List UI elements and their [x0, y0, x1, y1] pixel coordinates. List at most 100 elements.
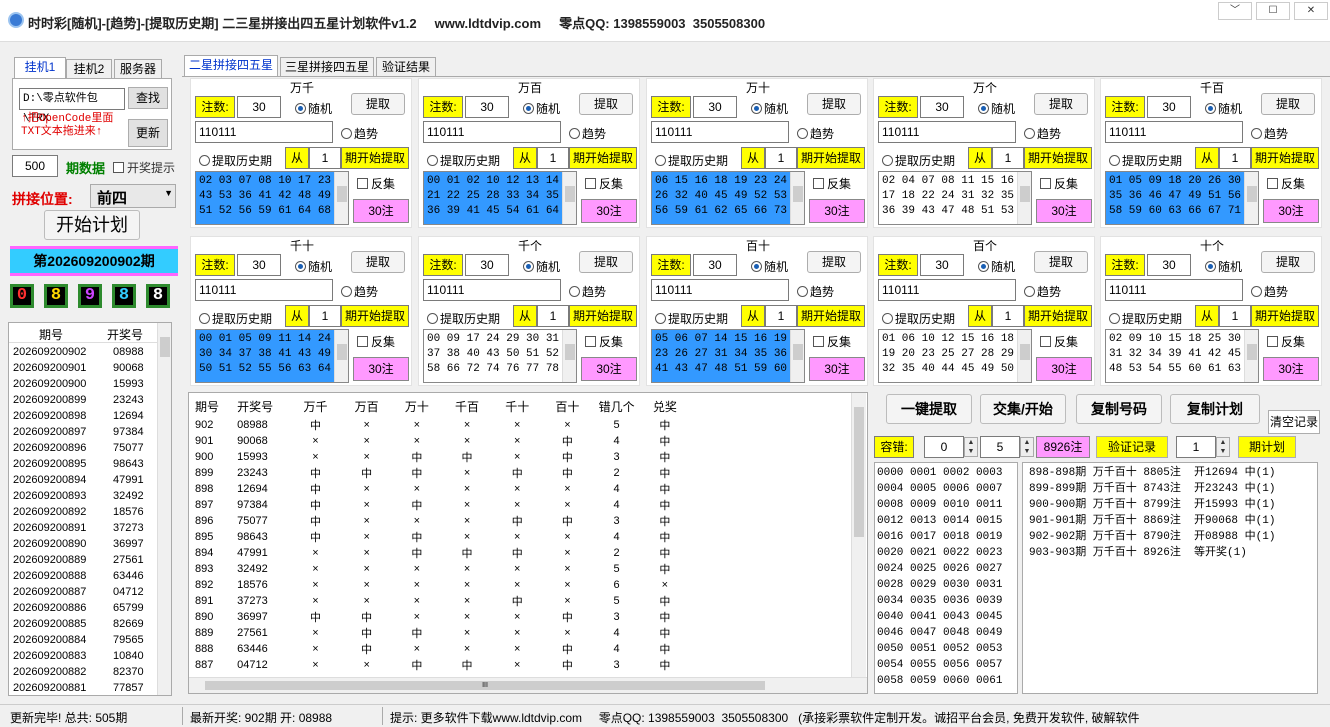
tab-three-star[interactable]: 三星拼接四五星 — [280, 57, 374, 77]
column-header[interactable]: 期号 — [189, 395, 231, 417]
refresh-button[interactable]: 更新 — [128, 119, 168, 147]
bet-badge[interactable]: 30注 — [809, 357, 865, 381]
bet-count-input[interactable]: 30 — [920, 254, 964, 276]
list-item[interactable]: 202609200902 08988 — [9, 345, 157, 361]
column-header[interactable]: 万百 — [342, 395, 392, 417]
random-radio[interactable]: 随机 — [751, 100, 788, 117]
trend-radio[interactable]: 趋势 — [1251, 283, 1288, 300]
maximize-button[interactable]: ☐ — [1256, 2, 1290, 20]
code-input[interactable]: 110111 — [651, 121, 789, 143]
trend-radio[interactable]: 趋势 — [569, 125, 606, 142]
history-extract-radio[interactable]: 提取历史期 — [655, 310, 728, 327]
copy-plan-button[interactable]: 复制计划 — [1170, 394, 1260, 424]
history-extract-radio[interactable]: 提取历史期 — [882, 152, 955, 169]
tab-two-star[interactable]: 二星拼接四五星 — [184, 55, 278, 77]
list-item[interactable]: 202609200889 27561 — [9, 553, 157, 569]
from-input[interactable]: 1 — [765, 305, 797, 327]
from-input[interactable]: 1 — [765, 147, 797, 169]
column-header[interactable]: 百十 — [542, 395, 592, 417]
period-count-input[interactable]: 500 — [12, 155, 58, 177]
from-input[interactable]: 1 — [992, 305, 1024, 327]
list-item[interactable]: 202609200894 47991 — [9, 473, 157, 489]
numbers-scrollbar[interactable] — [1244, 330, 1258, 382]
tab-server[interactable]: 服务器 — [114, 59, 162, 79]
bet-badge[interactable]: 30注 — [809, 199, 865, 223]
numbers-scrollbar[interactable] — [334, 172, 348, 224]
tolerance-min-input[interactable]: 0 — [924, 436, 964, 458]
table-row[interactable]: 897 97384 中 × 中 × × × 4 中 — [189, 497, 689, 513]
list-item[interactable]: 202609200896 75077 — [9, 441, 157, 457]
column-header[interactable]: 开奖号 — [231, 395, 289, 417]
random-radio[interactable]: 随机 — [1205, 258, 1242, 275]
numbers-scrollbar[interactable] — [562, 172, 576, 224]
inverse-set-checkbox[interactable]: 反集 — [585, 175, 623, 192]
column-header[interactable]: 兑奖 — [641, 395, 689, 417]
bet-badge[interactable]: 30注 — [1263, 357, 1319, 381]
table-row[interactable]: 892 18576 × × × × × × 6 × — [189, 577, 689, 593]
numbers-scrollbar[interactable] — [1017, 172, 1031, 224]
plan-period-stepper[interactable]: ▲ ▼ — [1216, 437, 1230, 457]
table-row[interactable]: 899 23243 中 中 中 × 中 中 2 中 — [189, 465, 689, 481]
history-list[interactable]: 期号 开奖号 202609200902 08988 202609200901 9006… — [8, 322, 172, 696]
trend-radio[interactable]: 趋势 — [1024, 125, 1061, 142]
one-click-extract-button[interactable]: 一键提取 — [886, 394, 972, 424]
grid-hscroll[interactable]: III — [189, 677, 867, 693]
number-selection-box[interactable]: 05 06 07 14 15 16 19 23 26 27 31 34 35 3… — [651, 329, 805, 383]
extract-button[interactable]: 提取 — [351, 93, 405, 115]
bet-count-input[interactable]: 30 — [237, 96, 281, 118]
column-header[interactable]: 万千 — [289, 395, 341, 417]
extract-button[interactable]: 提取 — [579, 93, 633, 115]
column-header[interactable]: 错几个 — [593, 395, 641, 417]
extract-button[interactable]: 提取 — [579, 251, 633, 273]
bet-badge[interactable]: 30注 — [1036, 199, 1092, 223]
from-input[interactable]: 1 — [1219, 305, 1251, 327]
list-item[interactable]: 202609200883 10840 — [9, 649, 157, 665]
trend-radio[interactable]: 趋势 — [341, 283, 378, 300]
hscroll-thumb[interactable]: III — [205, 681, 765, 690]
random-radio[interactable]: 随机 — [751, 258, 788, 275]
code-input[interactable]: 110111 — [1105, 279, 1243, 301]
start-plan-button[interactable]: 开始计划 — [44, 210, 140, 240]
column-header[interactable]: 千百 — [442, 395, 492, 417]
code-input[interactable]: 110111 — [423, 279, 561, 301]
extract-button[interactable]: 提取 — [807, 93, 861, 115]
number-selection-box[interactable]: 01 06 10 12 15 16 18 19 20 23 25 27 28 2… — [878, 329, 1032, 383]
list-item[interactable]: 202609200901 90068 — [9, 361, 157, 377]
verify-records-box[interactable]: 898-898期 万千百十 8805注 开12694 中(1) 899-899期 … — [1022, 462, 1318, 694]
table-row[interactable]: 898 12694 中 × × × × × 4 中 — [189, 481, 689, 497]
copy-code-button[interactable]: 复制号码 — [1076, 394, 1162, 424]
trend-radio[interactable]: 趋势 — [1251, 125, 1288, 142]
table-row[interactable]: 890 36997 中 中 × × × 中 3 中 — [189, 609, 689, 625]
list-item[interactable]: 202609200899 23243 — [9, 393, 157, 409]
random-radio[interactable]: 随机 — [1205, 100, 1242, 117]
bet-count-input[interactable]: 30 — [465, 96, 509, 118]
list-item[interactable]: 202609200882 82370 — [9, 665, 157, 681]
inverse-set-checkbox[interactable]: 反集 — [813, 175, 851, 192]
list-item[interactable]: 202609200897 97384 — [9, 425, 157, 441]
number-selection-box[interactable]: 02 03 07 08 10 17 23 24 43 53 36 41 42 4… — [195, 171, 349, 225]
numbers-scrollbar[interactable] — [562, 330, 576, 382]
history-extract-radio[interactable]: 提取历史期 — [427, 310, 500, 327]
tolerance-max-input[interactable]: 5 — [980, 436, 1020, 458]
from-input[interactable]: 1 — [309, 147, 341, 169]
tab-hook2[interactable]: 挂机2 — [66, 59, 112, 79]
number-selection-box[interactable]: 02 09 10 15 18 25 30 31 32 34 39 41 42 4… — [1105, 329, 1259, 383]
number-selection-box[interactable]: 00 01 05 09 11 14 24 30 34 37 38 41 43 4… — [195, 329, 349, 383]
random-radio[interactable]: 随机 — [523, 258, 560, 275]
bet-badge[interactable]: 30注 — [1263, 199, 1319, 223]
list-item[interactable]: 202609200884 79565 — [9, 633, 157, 649]
path-input[interactable]: D:\零点软件包\TRX — [19, 88, 125, 125]
position-select[interactable]: 前四 ▼ — [90, 184, 176, 208]
random-radio[interactable]: 随机 — [295, 100, 332, 117]
trend-radio[interactable]: 趋势 — [1024, 283, 1061, 300]
grid-vscroll[interactable] — [851, 393, 866, 677]
trend-radio[interactable]: 趋势 — [797, 125, 834, 142]
list-item[interactable]: 202609200895 98643 — [9, 457, 157, 473]
tolerance-min-stepper[interactable]: ▲ ▼ — [964, 437, 978, 457]
bet-count-input[interactable]: 30 — [920, 96, 964, 118]
table-row[interactable]: 896 75077 中 × × × 中 中 3 中 — [189, 513, 689, 529]
random-radio[interactable]: 随机 — [523, 100, 560, 117]
tab-verify[interactable]: 验证结果 — [376, 57, 436, 77]
code-input[interactable]: 110111 — [1105, 121, 1243, 143]
code-input[interactable]: 110111 — [195, 279, 333, 301]
